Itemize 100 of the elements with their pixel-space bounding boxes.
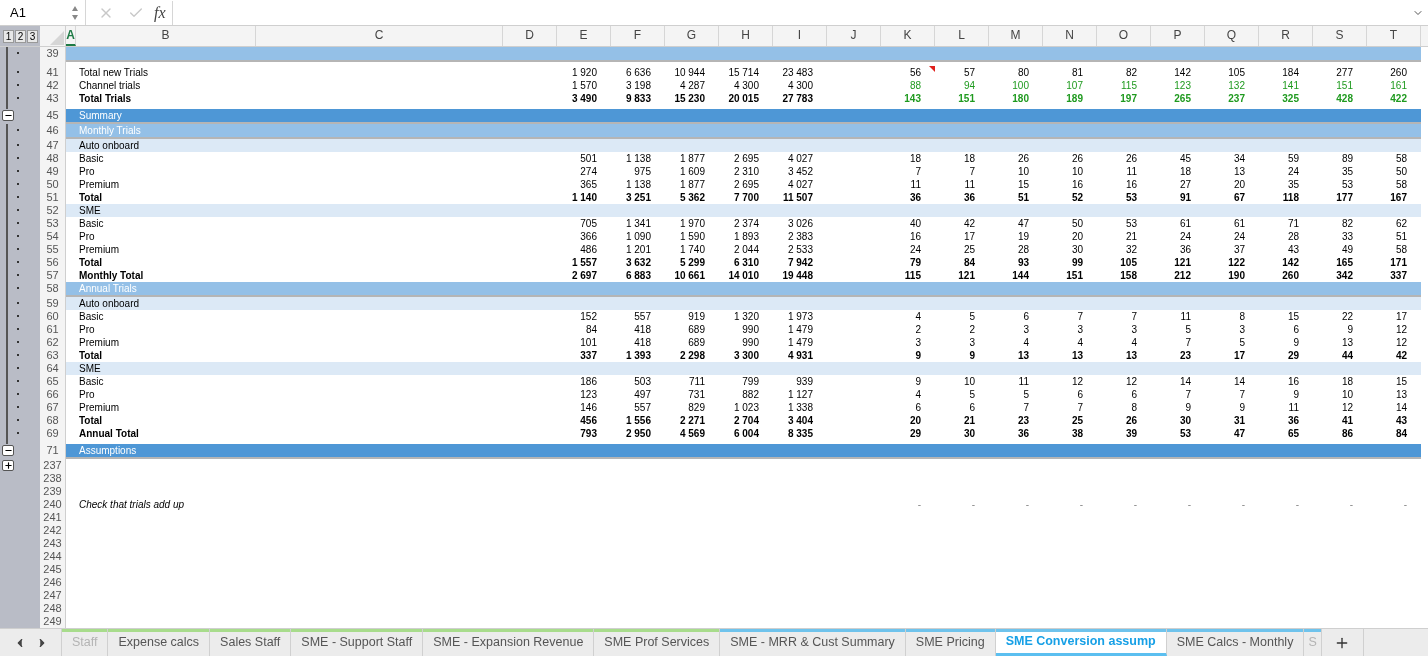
outline-level-button[interactable]: 2 xyxy=(15,29,26,43)
table-cell: 30 xyxy=(1071,244,1083,255)
table-cell: 122 xyxy=(1228,257,1245,268)
column-header[interactable]: H xyxy=(719,26,773,46)
table-cell: 61 xyxy=(1233,218,1245,229)
column-header[interactable]: G xyxy=(665,26,719,46)
table-cell: 829 xyxy=(688,402,705,413)
column-header[interactable]: D xyxy=(503,26,557,46)
table-cell: 29 xyxy=(1287,350,1299,361)
table-cell: 7 xyxy=(1131,311,1137,322)
table-cell: 990 xyxy=(742,324,759,335)
column-header[interactable]: M xyxy=(989,26,1043,46)
table-cell: - xyxy=(1025,499,1029,510)
table-cell: 184 xyxy=(1282,67,1299,78)
column-header[interactable]: T xyxy=(1367,26,1421,46)
outline-level-button[interactable]: 1 xyxy=(3,29,14,43)
table-cell: 42 xyxy=(963,218,975,229)
column-header[interactable]: L xyxy=(935,26,989,46)
table-cell: 428 xyxy=(1336,93,1353,104)
table-cell: 53 xyxy=(1125,218,1137,229)
table-cell: 705 xyxy=(580,218,597,229)
table-cell: 3 xyxy=(1023,324,1029,335)
row-label: Total xyxy=(79,257,103,268)
table-cell: 418 xyxy=(634,337,651,348)
column-header[interactable]: C xyxy=(256,26,503,46)
table-cell: 41 xyxy=(1341,415,1353,426)
table-cell: 6 xyxy=(969,402,975,413)
name-box[interactable]: A1 xyxy=(0,0,86,25)
sheet-tab[interactable]: SME - Expansion Revenue xyxy=(423,629,595,656)
sheet-tab[interactable]: SME Calcs - Monthly xyxy=(1166,629,1305,656)
table-cell: 40 xyxy=(909,218,921,229)
table-cell: 501 xyxy=(580,153,597,164)
sheet-tab[interactable]: SME - Support Staff xyxy=(291,629,424,656)
table-cell: 5 xyxy=(1239,337,1245,348)
table-cell: 14 xyxy=(1233,376,1245,387)
table-cell: 37 xyxy=(1233,244,1245,255)
table-cell: 71 xyxy=(1287,218,1299,229)
table-cell: 82 xyxy=(1341,218,1353,229)
table-cell: 337 xyxy=(580,350,597,361)
sheet-tab[interactable]: Expense calcs xyxy=(108,629,211,656)
column-header[interactable]: I xyxy=(773,26,827,46)
column-header[interactable]: K xyxy=(881,26,935,46)
table-cell: 1 970 xyxy=(679,218,705,229)
table-cell: 12 xyxy=(1071,376,1083,387)
column-header[interactable]: F xyxy=(611,26,665,46)
column-header[interactable]: P xyxy=(1151,26,1205,46)
table-cell: 28 xyxy=(1287,231,1299,242)
function-button[interactable]: fx xyxy=(154,0,173,25)
table-cell: 93 xyxy=(1017,257,1029,268)
table-cell: 2 950 xyxy=(625,428,651,439)
column-header[interactable]: N xyxy=(1043,26,1097,46)
table-cell: 58 xyxy=(1395,244,1407,255)
expand-button[interactable] xyxy=(2,460,14,471)
collapse-button[interactable] xyxy=(2,110,14,121)
outline-level-button[interactable]: 3 xyxy=(27,29,38,43)
column-header[interactable]: B xyxy=(76,26,256,46)
table-cell: 1 590 xyxy=(679,231,705,242)
column-header[interactable]: R xyxy=(1259,26,1313,46)
table-cell: 27 xyxy=(1179,179,1191,190)
table-cell: 13 xyxy=(1125,350,1137,361)
table-cell: 146 xyxy=(580,402,597,413)
sheet-tab[interactable]: SME - MRR & Cust Summary xyxy=(720,629,906,656)
table-cell: 16 xyxy=(909,231,921,242)
table-cell: 799 xyxy=(742,376,759,387)
row-label: Premium xyxy=(79,337,119,348)
table-cell: 18 xyxy=(909,153,921,164)
table-cell: 5 362 xyxy=(679,192,705,203)
sheet-tab[interactable]: SME Prof Services xyxy=(594,629,721,656)
table-cell: 51 xyxy=(1017,192,1029,203)
table-cell: 28 xyxy=(1017,244,1029,255)
table-cell: 9 xyxy=(915,376,921,387)
table-cell: 7 xyxy=(1185,389,1191,400)
table-cell: 36 xyxy=(909,192,921,203)
table-cell: 11 xyxy=(1288,402,1299,413)
table-cell: 58 xyxy=(1395,153,1407,164)
table-cell: 17 xyxy=(963,231,975,242)
table-cell: 3 632 xyxy=(625,257,651,268)
sheet-tab[interactable]: SME Pricing xyxy=(905,629,996,656)
column-header[interactable]: S xyxy=(1313,26,1367,46)
column-header[interactable]: O xyxy=(1097,26,1151,46)
table-cell: - xyxy=(1079,499,1083,510)
table-cell: 497 xyxy=(634,389,651,400)
table-cell: 2 044 xyxy=(733,244,759,255)
column-header[interactable]: J xyxy=(827,26,881,46)
table-cell: 20 015 xyxy=(728,93,759,104)
table-cell: 6 883 xyxy=(625,270,651,281)
table-cell: 25 xyxy=(963,244,975,255)
sheet-tab[interactable]: Sales Staff xyxy=(210,629,292,656)
column-header[interactable]: E xyxy=(557,26,611,46)
table-cell: 1 341 xyxy=(625,218,651,229)
table-cell: 1 320 xyxy=(733,311,759,322)
table-cell: 13 xyxy=(1395,389,1407,400)
table-cell: 1 138 xyxy=(625,153,651,164)
table-cell: 2 xyxy=(969,324,975,335)
table-cell: 161 xyxy=(1390,80,1407,91)
column-header[interactable]: Q xyxy=(1205,26,1259,46)
table-cell: 1 557 xyxy=(571,257,597,268)
table-cell: 9 xyxy=(1239,402,1245,413)
table-cell: 36 xyxy=(963,192,975,203)
collapse-button[interactable] xyxy=(2,445,14,456)
